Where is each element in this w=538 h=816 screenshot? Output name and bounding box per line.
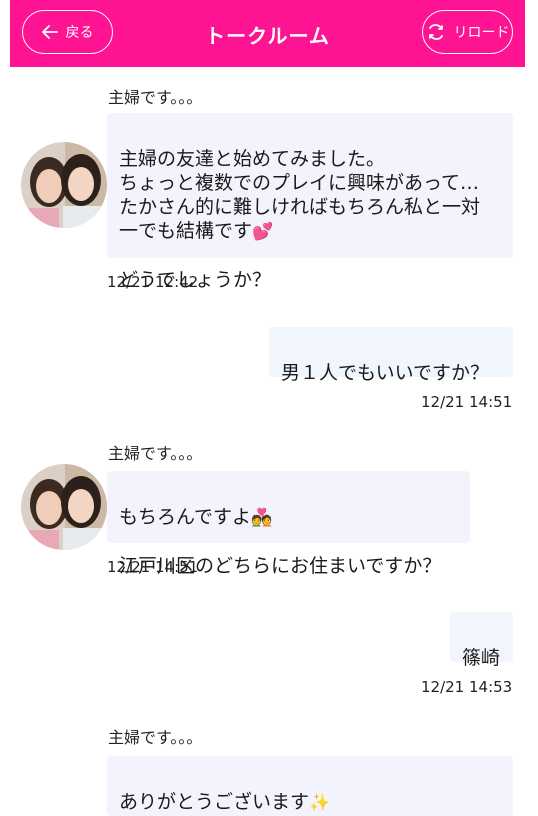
message-bubble-mine: 篠崎 <box>450 612 513 669</box>
two-hearts-icon: 💕 <box>252 222 274 242</box>
message-bubble: もちろんですよ💑 江戸川区のどちらにお住まいですか？ <box>107 471 470 577</box>
avatar[interactable] <box>21 464 107 550</box>
message-bubble: 主婦の友達と始めてみました。 ちょっと複数でのプレイに興味があって… たかさん的… <box>107 113 513 291</box>
message-timestamp: 12/21 14:51 <box>421 393 513 411</box>
reload-label: リロード <box>453 25 510 41</box>
sender-name: 主婦です。。。 <box>108 444 203 463</box>
message-text: もちろんですよ <box>119 506 252 528</box>
message-timestamp: 12/21 14:53 <box>421 678 513 696</box>
avatar[interactable] <box>21 142 107 228</box>
message-text: 男１人でもいいですか？ <box>281 362 490 384</box>
reload-button[interactable]: リロード <box>422 10 513 54</box>
message-bubble-mine: 男１人でもいいですか？ <box>269 327 513 384</box>
message-text: 篠崎 <box>462 647 501 669</box>
sender-name: 主婦です。。。 <box>108 88 203 107</box>
sparkles-icon: ✨ <box>309 793 331 813</box>
message-text: 主婦の友達と始めてみました。 ちょっと複数でのプレイに興味があって… たかさん的… <box>119 148 481 242</box>
sender-name: 主婦です。。。 <box>108 728 203 747</box>
message-bubble: ありがとうございます✨ <box>107 756 513 816</box>
message-timestamp: 12/21 14:51 <box>107 558 199 576</box>
message-text: ありがとうございます <box>119 791 310 813</box>
reload-icon <box>428 24 443 40</box>
couple-icon: 💑 <box>251 508 273 528</box>
app-header: 戻る トークルーム リロード <box>10 0 525 67</box>
message-timestamp: 12/21 12:42 <box>107 273 199 291</box>
